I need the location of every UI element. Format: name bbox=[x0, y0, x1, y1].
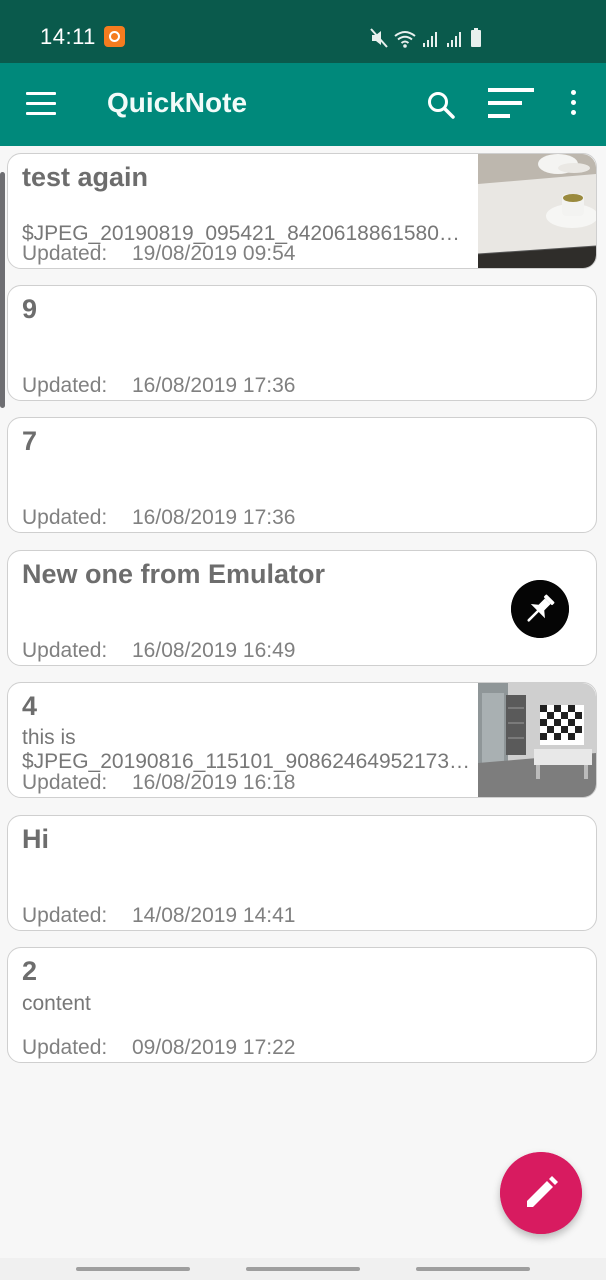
note-card[interactable]: 4 this is $JPEG_20190816_115101_90862464… bbox=[7, 682, 597, 798]
note-card[interactable]: New one from Emulator Updated: 16/08/2019… bbox=[7, 550, 597, 666]
updated-label: Updated: bbox=[22, 771, 108, 794]
updated-label: Updated: bbox=[22, 1036, 108, 1059]
nav-recents-button[interactable] bbox=[76, 1267, 190, 1271]
note-content: content bbox=[22, 992, 472, 1016]
updated-label: Updated: bbox=[22, 506, 108, 529]
fast-scroll-handle[interactable] bbox=[0, 172, 5, 408]
note-updated: Updated: 16/08/2019 17:36 bbox=[22, 374, 296, 398]
note-title: New one from Emulator bbox=[22, 559, 326, 589]
status-icons bbox=[370, 26, 482, 48]
updated-date: 19/08/2019 09:54 bbox=[132, 242, 296, 265]
note-title: 7 bbox=[22, 426, 38, 456]
updated-label: Updated: bbox=[22, 639, 108, 662]
sort-icon[interactable] bbox=[488, 88, 534, 122]
signal-icon-1 bbox=[423, 32, 437, 47]
note-card[interactable]: 2 content Updated: 09/08/2019 17:22 bbox=[7, 947, 597, 1063]
updated-date: 14/08/2019 14:41 bbox=[132, 904, 296, 927]
updated-date: 16/08/2019 16:49 bbox=[132, 639, 296, 662]
note-updated: Updated: 16/08/2019 16:18 bbox=[22, 771, 296, 795]
note-title: 2 bbox=[22, 956, 38, 986]
pin-icon bbox=[511, 580, 569, 638]
nav-back-button[interactable] bbox=[416, 1267, 530, 1271]
updated-label: Updated: bbox=[22, 242, 108, 265]
note-title: 9 bbox=[22, 294, 38, 324]
app-title: QuickNote bbox=[107, 87, 248, 118]
battery-icon bbox=[471, 28, 481, 47]
note-card[interactable]: 7 Updated: 16/08/2019 17:36 bbox=[7, 417, 597, 533]
note-content: this is $JPEG_20190816_115101_9086246495… bbox=[22, 726, 472, 774]
note-updated: Updated: 09/08/2019 17:22 bbox=[22, 1036, 296, 1060]
wifi-icon bbox=[394, 31, 416, 48]
more-vert-icon[interactable] bbox=[563, 90, 583, 120]
note-card[interactable]: test again $JPEG_20190819_095421_8420618… bbox=[7, 153, 597, 269]
note-content-line: this is bbox=[22, 726, 76, 749]
app-bar: QuickNote bbox=[0, 63, 606, 146]
updated-date: 16/08/2019 16:18 bbox=[132, 771, 296, 794]
signal-icon-2 bbox=[447, 32, 461, 47]
search-icon[interactable] bbox=[426, 90, 456, 120]
note-content-line: content bbox=[22, 992, 91, 1015]
note-image-thumbnail bbox=[478, 683, 596, 797]
new-note-fab[interactable] bbox=[500, 1152, 582, 1234]
mute-icon bbox=[370, 28, 388, 48]
note-updated: Updated: 14/08/2019 14:41 bbox=[22, 904, 296, 928]
note-title: 4 bbox=[22, 691, 38, 721]
note-title: Hi bbox=[22, 824, 49, 854]
updated-date: 16/08/2019 17:36 bbox=[132, 506, 296, 529]
menu-icon[interactable] bbox=[26, 92, 56, 118]
note-card[interactable]: Hi Updated: 14/08/2019 14:41 bbox=[7, 815, 597, 931]
notification-app-icon bbox=[104, 26, 125, 47]
note-image-thumbnail bbox=[478, 154, 596, 268]
note-updated: Updated: 16/08/2019 16:49 bbox=[22, 639, 296, 663]
note-updated: Updated: 16/08/2019 17:36 bbox=[22, 506, 296, 530]
updated-date: 16/08/2019 17:36 bbox=[132, 374, 296, 397]
updated-label: Updated: bbox=[22, 374, 108, 397]
nav-home-button[interactable] bbox=[246, 1267, 360, 1271]
status-time: 14:11 bbox=[40, 24, 96, 49]
note-updated: Updated: 19/08/2019 09:54 bbox=[22, 242, 296, 266]
updated-date: 09/08/2019 17:22 bbox=[132, 1036, 296, 1059]
updated-label: Updated: bbox=[22, 904, 108, 927]
note-card[interactable]: 9 Updated: 16/08/2019 17:36 bbox=[7, 285, 597, 401]
system-nav-bar bbox=[0, 1258, 606, 1280]
status-bar: 14:11 bbox=[0, 0, 606, 63]
note-title: test again bbox=[22, 162, 149, 192]
